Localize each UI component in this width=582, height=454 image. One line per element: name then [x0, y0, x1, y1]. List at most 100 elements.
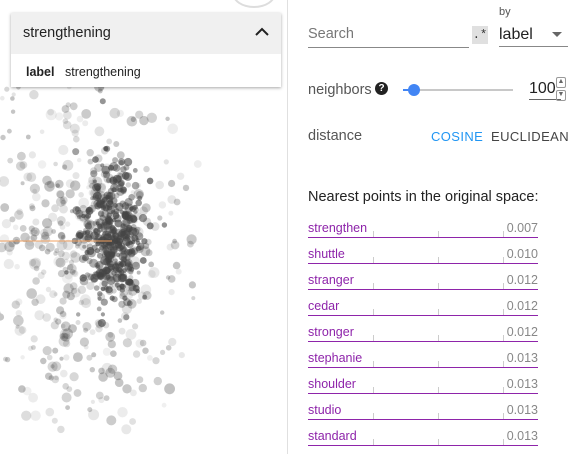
data-point[interactable]: [0, 95, 5, 101]
data-point[interactable]: [59, 310, 67, 318]
data-point[interactable]: [96, 306, 102, 312]
data-point[interactable]: [79, 234, 89, 244]
data-point[interactable]: [102, 257, 111, 266]
neighbors-slider[interactable]: [403, 84, 513, 96]
data-point[interactable]: [60, 323, 66, 329]
data-point[interactable]: [106, 415, 117, 426]
data-point[interactable]: [101, 146, 109, 155]
data-point[interactable]: [86, 273, 94, 281]
spin-up-icon[interactable]: ▲: [556, 77, 566, 88]
data-point[interactable]: [20, 181, 25, 186]
data-point[interactable]: [34, 240, 43, 249]
data-point[interactable]: [53, 251, 58, 256]
data-point[interactable]: [160, 310, 165, 315]
data-point[interactable]: [98, 280, 109, 291]
data-point[interactable]: [130, 116, 136, 122]
data-point[interactable]: [6, 128, 12, 134]
data-point[interactable]: [97, 292, 106, 301]
data-point[interactable]: [118, 183, 123, 188]
data-point[interactable]: [168, 210, 174, 216]
data-point[interactable]: [65, 189, 75, 199]
data-point[interactable]: [119, 200, 126, 208]
data-point[interactable]: [120, 246, 129, 255]
data-point[interactable]: [73, 389, 82, 397]
data-point[interactable]: [161, 402, 167, 408]
data-point[interactable]: [39, 129, 45, 135]
data-point[interactable]: [147, 270, 156, 279]
data-point[interactable]: [69, 102, 78, 111]
data-point[interactable]: [30, 410, 41, 421]
data-point[interactable]: [86, 207, 94, 215]
data-point[interactable]: [28, 151, 36, 159]
data-point[interactable]: [77, 157, 82, 163]
data-point[interactable]: [68, 259, 75, 265]
data-point[interactable]: [52, 347, 59, 354]
data-point[interactable]: [116, 151, 125, 160]
data-point[interactable]: [145, 249, 153, 257]
data-point[interactable]: [136, 182, 142, 188]
data-point[interactable]: [136, 376, 144, 384]
data-point[interactable]: [126, 289, 132, 295]
data-point[interactable]: [19, 225, 27, 232]
data-point[interactable]: [92, 220, 98, 226]
data-point[interactable]: [46, 354, 53, 361]
data-point[interactable]: [129, 418, 137, 425]
data-point[interactable]: [99, 273, 108, 282]
data-point[interactable]: [121, 424, 132, 435]
nearest-point-label[interactable]: cedar: [308, 299, 339, 313]
data-point[interactable]: [69, 250, 78, 258]
data-point[interactable]: [94, 154, 103, 163]
data-point[interactable]: [112, 203, 118, 209]
data-point[interactable]: [150, 222, 160, 231]
data-point[interactable]: [0, 203, 10, 212]
data-point[interactable]: [7, 157, 14, 164]
data-point[interactable]: [84, 249, 90, 255]
search-input[interactable]: [308, 26, 469, 48]
data-point[interactable]: [101, 362, 113, 374]
data-point[interactable]: [102, 322, 110, 329]
data-point[interactable]: [58, 144, 69, 156]
data-point[interactable]: [131, 239, 136, 245]
data-point[interactable]: [143, 217, 152, 226]
data-point[interactable]: [132, 350, 141, 358]
data-point[interactable]: [16, 208, 23, 215]
data-point[interactable]: [15, 310, 22, 317]
data-point[interactable]: [18, 385, 26, 393]
data-point[interactable]: [60, 369, 68, 378]
data-point[interactable]: [153, 376, 162, 386]
data-point[interactable]: [73, 135, 80, 143]
data-point[interactable]: [175, 268, 182, 275]
data-point[interactable]: [57, 425, 65, 434]
data-point[interactable]: [59, 356, 64, 361]
data-point[interactable]: [191, 296, 196, 301]
nearest-point-label[interactable]: shoulder: [308, 377, 356, 391]
nearest-point-row[interactable]: shoulder 0.013: [308, 375, 538, 401]
data-point[interactable]: [71, 129, 79, 137]
data-point[interactable]: [126, 266, 134, 274]
data-point[interactable]: [119, 225, 127, 233]
data-point[interactable]: [90, 399, 95, 404]
data-point[interactable]: [29, 90, 39, 100]
number-spinner[interactable]: ▲ ▼: [556, 77, 566, 101]
data-point[interactable]: [117, 232, 123, 237]
data-point[interactable]: [65, 102, 71, 108]
data-point[interactable]: [127, 299, 137, 309]
data-point[interactable]: [163, 159, 169, 165]
data-point[interactable]: [29, 230, 34, 235]
data-point[interactable]: [0, 134, 6, 141]
nearest-point-label[interactable]: shuttle: [308, 247, 345, 261]
data-point[interactable]: [117, 407, 128, 418]
data-point[interactable]: [132, 207, 139, 214]
data-point[interactable]: [69, 209, 75, 214]
data-point[interactable]: [128, 275, 134, 281]
data-point[interactable]: [32, 277, 40, 285]
data-point[interactable]: [132, 226, 144, 238]
nearest-point-row[interactable]: strengthen 0.007: [308, 219, 538, 245]
data-point[interactable]: [30, 234, 38, 242]
data-point[interactable]: [86, 281, 95, 290]
data-point[interactable]: [73, 352, 83, 362]
data-point[interactable]: [10, 109, 16, 114]
data-point[interactable]: [86, 257, 93, 265]
data-point[interactable]: [64, 258, 69, 263]
data-point[interactable]: [72, 148, 80, 156]
